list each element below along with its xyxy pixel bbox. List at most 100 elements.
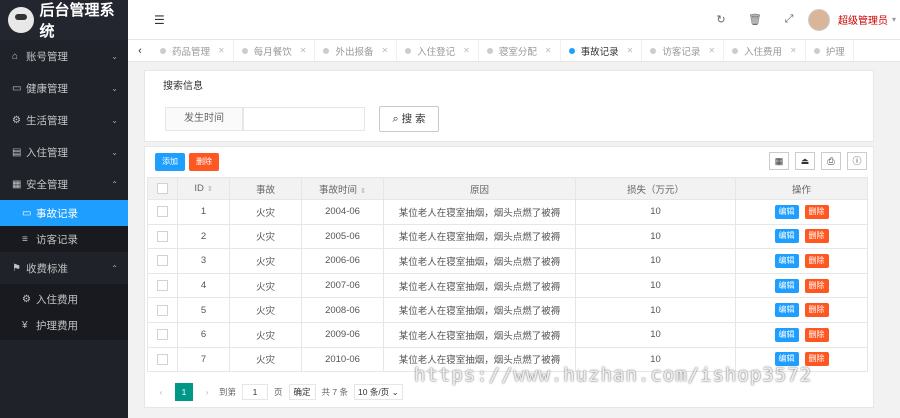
edit-button[interactable]: 编辑 (774, 204, 799, 219)
delete-button[interactable]: 删除 (804, 303, 829, 318)
sidebar-item-care-fee[interactable]: ¥ 护理费用 (0, 312, 128, 338)
close-icon[interactable]: ✕ (300, 46, 307, 55)
sidebar-item-checkin[interactable]: ▤ 入住管理 ⌄ (0, 136, 128, 168)
column-header[interactable]: 事故时间 ⇕ (301, 177, 384, 200)
card-icon: ▭ (22, 207, 32, 219)
row-select-cell[interactable] (147, 199, 178, 225)
table-row: 2 火灾 2005-06 某位老人在寝室抽烟，烟头点燃了被褥 10 编辑 删除 (147, 223, 868, 250)
print-icon[interactable]: ⎙ (821, 152, 841, 170)
columns-icon[interactable]: ▦ (769, 152, 789, 170)
select-all-cell[interactable] (147, 177, 178, 200)
export-icon[interactable]: ⏏ (795, 152, 815, 170)
home-icon: ⌂ (12, 50, 19, 62)
cell-id: 2 (177, 223, 230, 250)
row-select-cell[interactable] (147, 272, 178, 299)
row-select-cell[interactable] (147, 321, 178, 348)
sidebar-item-checkin-fee[interactable]: ⚙ 入住费用 (0, 286, 128, 312)
tab-item[interactable]: 每月餐饮 ✕ (234, 40, 316, 61)
tab-accident-record[interactable]: 事故记录 ✕ (561, 40, 643, 61)
fullscreen-icon[interactable]: ⤢ (772, 13, 806, 26)
sidebar-item-health[interactable]: ▭ 健康管理 ⌄ (0, 72, 128, 104)
sidebar-item-account[interactable]: ⌂ 账号管理 ⌄ (0, 40, 128, 72)
tab-item[interactable]: 入住登记 ✕ (397, 40, 479, 61)
checkbox[interactable] (157, 329, 168, 341)
chevron-down-icon: ⌄ (111, 83, 118, 93)
checkbox[interactable] (157, 280, 168, 292)
page-current[interactable]: 1 (175, 383, 193, 401)
sidebar-item-life[interactable]: ⚙ 生活管理 ⌄ (0, 104, 128, 136)
sidebar-item-safety[interactable]: ▦ 安全管理 ⌃ (0, 168, 128, 200)
tab-item[interactable]: 护理 (806, 40, 854, 61)
column-header[interactable]: ID ⇕ (177, 177, 230, 200)
edit-button[interactable]: 编辑 (774, 229, 799, 244)
delete-button[interactable]: 删除 (804, 229, 829, 244)
checkbox[interactable] (157, 206, 168, 218)
sidebar-item-visitor-record[interactable]: ≡ 访客记录 (0, 226, 128, 252)
close-icon[interactable]: ✕ (545, 46, 552, 55)
checkbox[interactable] (157, 182, 168, 194)
delete-button[interactable]: 删除 (804, 204, 829, 219)
trash-icon[interactable]: 🗑︎ (738, 13, 772, 26)
app-title: 后台管理系统 (39, 2, 115, 40)
chevron-down-icon[interactable]: ▾ (892, 15, 896, 24)
tab-item[interactable]: 入住费用 ✕ (724, 40, 806, 61)
info-icon[interactable]: ⓘ (847, 152, 867, 170)
cell-reason: 某位老人在寝室抽烟，烟头点燃了被褥 (383, 297, 576, 323)
row-select-cell[interactable] (147, 248, 178, 274)
chevron-left-icon[interactable]: ‹ (128, 45, 152, 57)
row-select-cell[interactable] (147, 297, 178, 323)
cell-time: 2006-06 (301, 248, 384, 274)
batch-delete-button[interactable]: 删除 (189, 153, 219, 171)
settings-icon: ⚙ (12, 114, 21, 126)
scrollbar[interactable] (892, 62, 898, 414)
checkbox[interactable] (157, 255, 168, 267)
cell-event: 火灾 (229, 199, 302, 225)
search-legend: 搜索信息 (159, 77, 207, 92)
sidebar-item-accident-record[interactable]: ▭ 事故记录 (0, 200, 128, 226)
edit-button[interactable]: 编辑 (774, 253, 799, 268)
tab-item[interactable]: 外出报备 ✕ (315, 40, 398, 61)
delete-button[interactable]: 删除 (804, 278, 829, 293)
sort-icon[interactable]: ⇕ (207, 186, 213, 193)
goto-confirm-button[interactable]: 确定 (288, 384, 316, 400)
prev-page-icon[interactable]: ‹ (153, 387, 169, 397)
sidebar-item-fees[interactable]: ⚑ 收费标准 ⌃ (0, 252, 128, 284)
edit-button[interactable]: 编辑 (774, 303, 799, 318)
checkbox[interactable] (157, 304, 168, 316)
close-icon[interactable]: ✕ (627, 46, 634, 55)
checkbox[interactable] (157, 353, 168, 365)
refresh-icon[interactable]: ↻ (704, 13, 738, 26)
tab-item[interactable]: 寝室分配 ✕ (479, 40, 561, 61)
time-input[interactable] (243, 107, 365, 131)
search-button[interactable]: ⌕ 搜 索 (379, 106, 439, 132)
delete-button[interactable]: 删除 (804, 327, 829, 342)
goto-page-input[interactable]: 1 (242, 384, 269, 400)
user-name[interactable]: 超级管理员 (838, 12, 888, 27)
avatar[interactable] (807, 8, 830, 31)
cell-loss: 10 (575, 321, 736, 348)
delete-button[interactable]: 删除 (804, 253, 829, 268)
edit-button[interactable]: 编辑 (774, 278, 799, 293)
sort-icon[interactable]: ⇕ (360, 188, 366, 195)
app-root: 后台管理系统 ⌂ 账号管理 ⌄ ▭ 健康管理 ⌄ ⚙ 生活管理 ⌄ ▤ 入住管理 ⌄ ▦ 安全管理… (0, 0, 900, 418)
cell-time: 2005-06 (301, 223, 384, 250)
close-icon[interactable]: ✕ (708, 46, 715, 55)
close-icon[interactable]: ✕ (463, 46, 470, 55)
close-icon[interactable]: ✕ (218, 46, 225, 55)
yen-icon: ¥ (22, 319, 28, 331)
edit-button[interactable]: 编辑 (774, 327, 799, 342)
menu-toggle-icon[interactable]: ☰ (154, 13, 165, 27)
tab-item[interactable]: 访客记录 ✕ (642, 40, 725, 61)
page-size-select[interactable]: 10 条/页 ⌄ (354, 384, 403, 400)
cell-id: 1 (177, 199, 230, 225)
tab-item[interactable]: 药品管理 ✕ (152, 40, 234, 61)
close-icon[interactable]: ✕ (790, 46, 797, 55)
next-page-icon[interactable]: › (199, 387, 215, 397)
chevron-down-icon: ⌄ (391, 387, 399, 397)
row-select-cell[interactable] (147, 346, 178, 373)
checkbox[interactable] (157, 230, 168, 242)
row-select-cell[interactable] (147, 223, 178, 250)
add-button[interactable]: 添加 (155, 153, 185, 171)
cell-loss: 10 (575, 272, 736, 299)
close-icon[interactable]: ✕ (381, 46, 388, 55)
